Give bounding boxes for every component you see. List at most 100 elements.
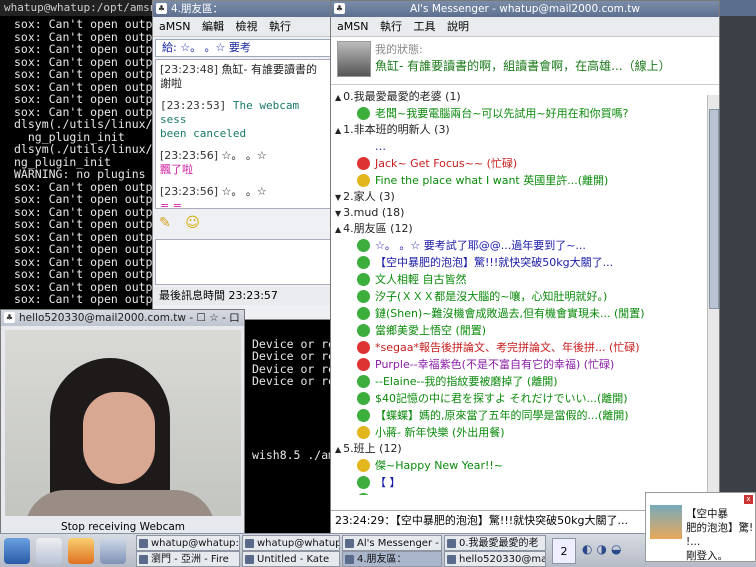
menu-help[interactable]: 說明 (447, 20, 469, 33)
contact-group[interactable]: ▼ 3.mud (18) (331, 205, 719, 221)
contact-item[interactable]: … (331, 138, 719, 155)
menu-amsn[interactable]: aMSN (337, 20, 368, 33)
home-icon[interactable] (36, 538, 62, 564)
message-time: [23:23:48] (160, 63, 218, 76)
chat-recipient: 給: ☆。 。☆ 要考 (155, 39, 332, 57)
menu-edit[interactable]: 編輯 (202, 20, 224, 33)
login-notification[interactable]: x 【空中暴 肥的泡泡】驚!!... 剛登入。 (645, 492, 756, 562)
close-icon[interactable]: x (744, 495, 753, 504)
contact-item[interactable]: 老闆~我要電腦兩台~可以先試用~好用在和你買嗎? (331, 105, 719, 122)
contact-item[interactable]: 小蔣- 新年快樂 (外出用餐) (331, 424, 719, 441)
status-icon (357, 256, 370, 269)
chat-menubar: aMSN 編輯 檢視 執行 (153, 17, 334, 37)
chat-titlebar[interactable]: ♣ 4.朋友區： (153, 1, 334, 17)
contact-group[interactable]: ▲ 0.我最愛最愛的老婆 (1) (331, 89, 719, 105)
amsn-icon: ♣ (4, 312, 15, 323)
avatar[interactable] (337, 41, 371, 77)
amsn-icon: ♣ (156, 3, 167, 14)
webcam-window[interactable]: ♣ hello520330@mail2000.com.tw - ☐ ☆ - 口 S… (0, 309, 245, 537)
taskbar-item[interactable]: 0.我最愛最愛的老 (444, 535, 546, 551)
menu-actions[interactable]: 執行 (380, 20, 402, 33)
status-icon (357, 107, 370, 120)
last-message-text: ：【空中暴肥的泡泡】驚!!!就快突破50kg大關了... (384, 514, 628, 527)
kde-menu-icon[interactable] (4, 538, 30, 564)
collapse-icon[interactable]: ▲ (335, 445, 341, 454)
menu-amsn[interactable]: aMSN (159, 20, 190, 33)
notification-line: 肥的泡泡】驚! (686, 522, 754, 534)
contact-name: 【 】 (375, 476, 401, 489)
chat-message: [23:23:56] ☆。 。☆ (160, 149, 327, 163)
status-icon (357, 341, 370, 354)
contact-item[interactable]: 傑~Happy New Year!!~ (331, 457, 719, 474)
status-icon (357, 375, 370, 388)
contact-item[interactable]: 【 】 (331, 474, 719, 491)
message-text: ☆。 。☆ (221, 185, 267, 198)
contact-item[interactable]: 【空中暴肥的泡泡】驚!!!就快突破50kg大關了... (331, 254, 719, 271)
settings-icon[interactable] (100, 538, 126, 564)
group-label: 1.非本班的明新人 (3) (343, 123, 450, 136)
contact-group[interactable]: ▲ 4.朋友區 (12) (331, 221, 719, 237)
collapse-icon[interactable]: ▲ (335, 93, 341, 102)
taskbar-item[interactable]: 4.朋友區： (342, 551, 442, 567)
contact-name: *segaa*報告後拼論文、考完拼論文、年後拼... (忙碌) (375, 341, 640, 354)
webcam-titlebar[interactable]: ♣ hello520330@mail2000.com.tw - ☐ ☆ - 口 (1, 310, 244, 326)
scrollbar-thumb[interactable] (709, 109, 719, 309)
contact-group[interactable]: ▲ 5.班上 (12) (331, 441, 719, 457)
contact-item[interactable]: 【蝶蝶】媽的,原來當了五年的同學是當假的...(離開) (331, 407, 719, 424)
contact-group[interactable]: ▼ 2.家人 (3) (331, 189, 719, 205)
contact-item[interactable]: --Elaine--我的指紋要被磨掉了 (離開) (331, 373, 719, 390)
taskbar-item[interactable]: Untitled - Kate (242, 551, 340, 567)
taskbar-item[interactable]: 瀏門 - 亞洲 - Fire (136, 551, 240, 567)
taskbar-item[interactable]: hello520330@mail200 (444, 551, 546, 567)
collapse-icon[interactable]: ▲ (335, 225, 341, 234)
desktop-pager[interactable]: 2 (552, 538, 576, 564)
my-nickname[interactable]: 魚缸- 有誰要讀書的啊，組讀書會啊，在高雄...（線上） (375, 57, 671, 74)
contact-name: … (375, 140, 386, 153)
contact-item[interactable]: 當鄉美愛上悟空 (閒置) (331, 322, 719, 339)
contact-item[interactable]: *segaa*報告後拼論文、考完拼論文、年後拼... (忙碌) (331, 339, 719, 356)
contact-item[interactable]: Jack~ Get Focus~~ (忙碌) (331, 155, 719, 172)
contact-item[interactable]: 汐子(ＸＸＸ都是沒大腦的~嚷，心知肚明就好。) (331, 288, 719, 305)
taskbar-item[interactable]: whatup@whatup: (136, 535, 240, 551)
chat-status: 最後訊息時間 23:23:57 (153, 287, 334, 305)
taskbar-item[interactable]: Al's Messenger - (342, 535, 442, 551)
contact-item[interactable]: 鏈(Shen)~難沒機會成敗過去,但有機會實現未... (閒置) (331, 305, 719, 322)
contact-group[interactable]: ▲ 1.非本班的明新人 (3) (331, 122, 719, 138)
chat-message: = = (160, 199, 327, 208)
menu-view[interactable]: 檢視 (235, 20, 257, 33)
contact-item[interactable]: Purple--幸福紫色(不是不富自有它的幸福) (忙碌) (331, 356, 719, 373)
collapse-icon[interactable]: ▲ (335, 126, 341, 135)
notification-text: 【空中暴 肥的泡泡】驚!!... 剛登入。 (686, 507, 753, 563)
contact-item[interactable]: Fine the place what I want 英國里許...(離開) (331, 172, 719, 189)
contact-item[interactable]: 文人相輕 自古皆然 (331, 271, 719, 288)
menu-actions[interactable]: 執行 (269, 20, 291, 33)
chat-window[interactable]: ♣ 4.朋友區： aMSN 編輯 檢視 執行 給: ☆。 。☆ 要考 [23:23… (152, 0, 335, 320)
menu-tools[interactable]: 工具 (413, 20, 435, 33)
status-time: 23:23:57 (228, 289, 278, 302)
status-icon (357, 392, 370, 405)
messenger-window[interactable]: ♣ Al's Messenger - whatup@mail2000.com.tw… (330, 0, 720, 540)
contact-item[interactable]: $40記憶の中に君を探すよ それだけでいい...(離開) (331, 390, 719, 407)
group-label: 2.家人 (3) (343, 190, 395, 203)
expand-icon[interactable]: ▼ (335, 193, 341, 202)
pencil-icon[interactable]: ✎ (159, 215, 171, 231)
contact-avatar (650, 505, 682, 539)
contact-name: 汐子(ＸＸＸ都是沒大腦的~嚷，心知肚明就好。) (375, 290, 608, 303)
smiley-icon[interactable]: ☺ (185, 215, 200, 231)
expand-icon[interactable]: ▼ (335, 209, 341, 218)
chat-input[interactable] (155, 239, 332, 285)
browser-icon[interactable] (68, 538, 94, 564)
message-text: 魚缸- 有誰要讀書的 (221, 63, 317, 76)
taskbar-item[interactable]: whatup@whatup: (242, 535, 340, 551)
contact-name: 鏈(Shen)~難沒機會成敗過去,但有機會實現未... (閒置) (375, 307, 645, 320)
message-text: been canceled (160, 127, 247, 140)
contact-name: 文人相輕 自古皆然 (375, 273, 467, 286)
messenger-titlebar[interactable]: ♣ Al's Messenger - whatup@mail2000.com.tw (331, 1, 719, 17)
contact-scrollbar[interactable] (707, 95, 719, 507)
contact-item[interactable]: ☆。 。☆ 要考試了耶@@...過年要到了~... (331, 237, 719, 254)
